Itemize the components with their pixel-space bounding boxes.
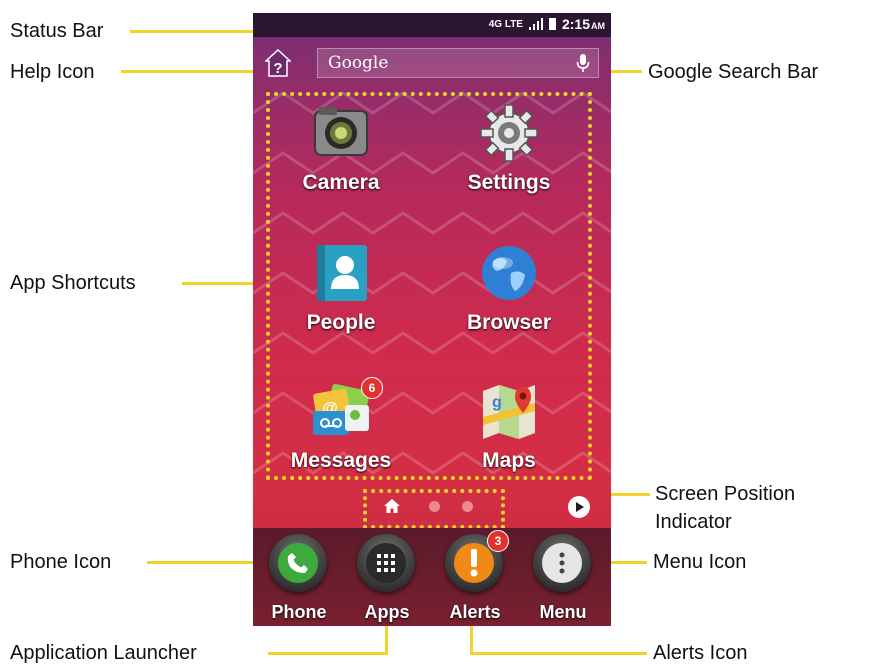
clock-ampm: AM: [591, 21, 605, 31]
signal-icon: [528, 18, 543, 30]
svg-text:g: g: [492, 394, 502, 411]
dock-label: Alerts: [449, 602, 501, 622]
search-label: Google: [328, 53, 389, 73]
contact-icon: [317, 245, 367, 301]
battery-icon: [548, 18, 556, 30]
network-type: 4G LTE: [488, 18, 523, 30]
messages-badge: 6: [361, 377, 383, 399]
phone-screen: 4G LTE 2:15AM ? Google Camera Settings P…: [253, 13, 611, 626]
dock: Phone Apps 3 Alerts Menu: [253, 528, 611, 626]
callout-screen-position-indicator: Screen Position Indicator: [655, 483, 796, 533]
callout-phone-icon: Phone Icon: [10, 551, 112, 573]
dock-label: Apps: [364, 602, 410, 622]
phone-button[interactable]: [269, 534, 327, 592]
callout-help-icon: Help Icon: [10, 61, 95, 83]
menu-button[interactable]: [533, 534, 591, 592]
leader-phone-icon: [147, 561, 263, 564]
callout-menu-icon: Menu Icon: [653, 551, 747, 573]
page-dot[interactable]: [429, 501, 440, 512]
clock-time: 2:15: [561, 16, 590, 32]
gear-icon: [480, 104, 538, 162]
leader-help-icon: [121, 70, 261, 73]
app-label: Maps: [482, 449, 536, 472]
leader-app-launcher-h: [268, 652, 388, 655]
callout-alerts-icon: Alerts Icon: [653, 642, 748, 664]
leader-alerts-h: [470, 652, 647, 655]
app-label: Messages: [290, 449, 392, 472]
map-icon: g: [483, 385, 535, 439]
app-label: Browser: [466, 311, 552, 334]
menu-icon: [559, 552, 565, 574]
app-label: Camera: [302, 171, 380, 194]
alerts-badge: 3: [487, 530, 509, 552]
app-label: Settings: [467, 171, 551, 194]
screen-position-indicator: [363, 489, 505, 529]
app-label: People: [306, 311, 376, 334]
clock: 2:15AM: [562, 16, 605, 32]
help-icon[interactable]: ?: [265, 49, 291, 77]
leader-status-bar: [130, 30, 255, 33]
svg-text:?: ?: [273, 60, 282, 77]
status-bar: 4G LTE 2:15AM: [253, 13, 611, 37]
next-screen-button[interactable]: [568, 496, 590, 518]
microphone-icon[interactable]: [576, 53, 590, 73]
grid-icon: [377, 554, 395, 572]
alert-icon: [470, 549, 478, 577]
home-icon[interactable]: [383, 498, 401, 514]
application-launcher-button[interactable]: [357, 534, 415, 592]
globe-icon: [482, 246, 536, 300]
dock-label: Phone: [271, 602, 327, 622]
camera-icon: [314, 107, 368, 156]
callout-app-shortcuts: App Shortcuts: [10, 272, 136, 294]
google-search-bar[interactable]: Google: [317, 48, 599, 78]
phone-icon: [287, 553, 308, 573]
dock-label: Menu: [539, 602, 587, 622]
callout-google-search-bar: Google Search Bar: [648, 61, 819, 83]
callout-application-launcher: Application Launcher: [10, 642, 197, 664]
status-indicators: 4G LTE 2:15AM: [489, 16, 605, 32]
page-dot[interactable]: [462, 501, 473, 512]
play-icon: [576, 502, 584, 512]
callout-status-bar: Status Bar: [10, 20, 104, 42]
